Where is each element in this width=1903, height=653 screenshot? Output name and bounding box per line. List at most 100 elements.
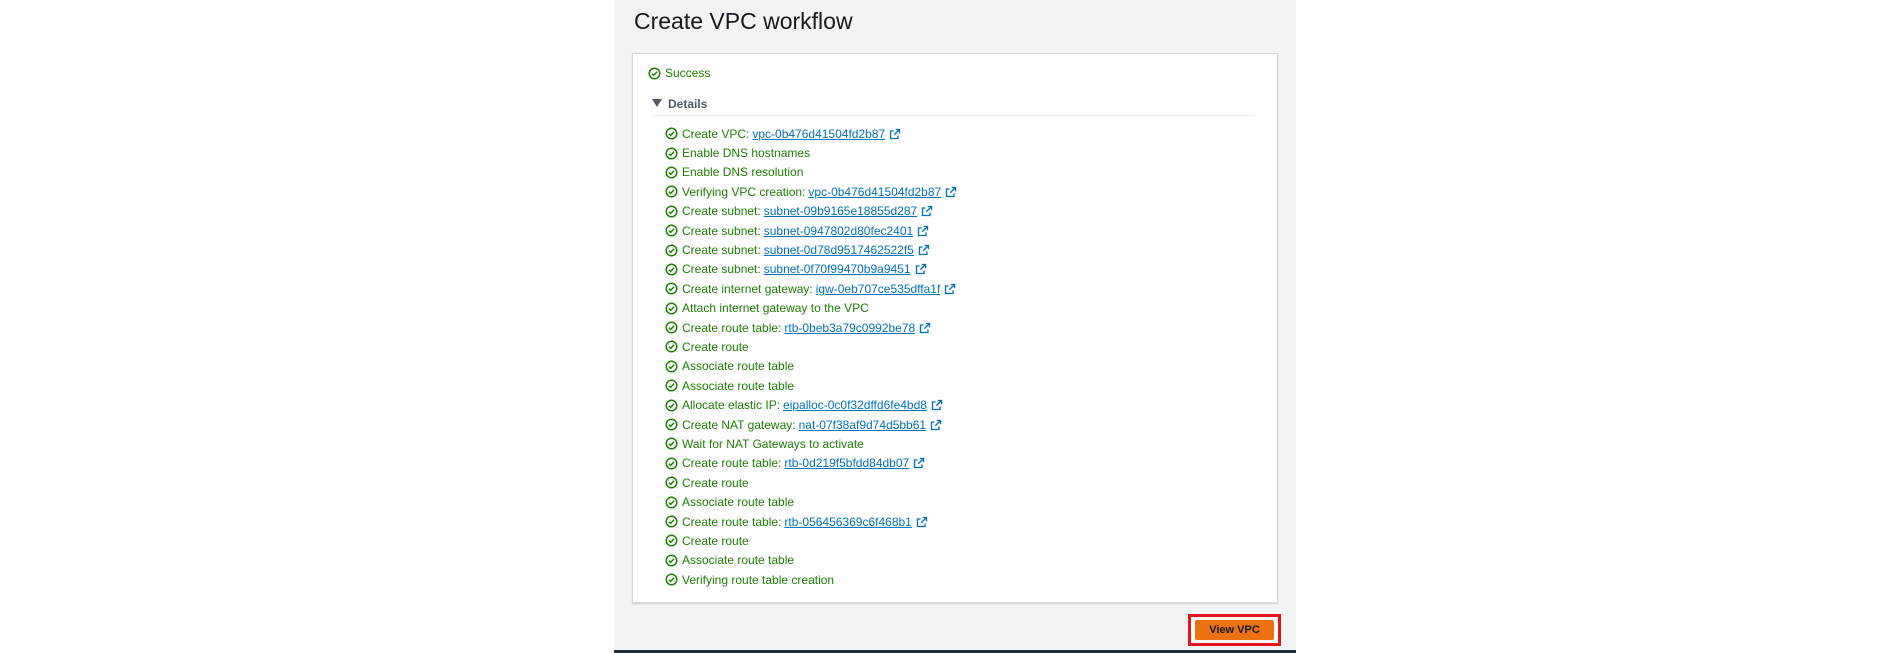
check-circle-icon <box>665 496 678 509</box>
resource-link[interactable]: igw-0eb707ce535dffa1f <box>816 282 957 296</box>
step-label: Create subnet: <box>682 243 761 258</box>
workflow-step: Create route <box>665 337 957 356</box>
resource-id: igw-0eb707ce535dffa1f <box>815 281 941 296</box>
resource-link[interactable]: rtb-056456369c6f468b1 <box>784 514 928 529</box>
resource-id: rtb-056456369c6f468b1 <box>784 514 912 529</box>
resource-link[interactable]: eipalloc-0c0f32dffd6fe4bd8 <box>783 398 943 412</box>
workflow-step: Create route table: rtb-056456369c6f468b1 <box>665 512 957 531</box>
check-circle-icon <box>665 476 678 489</box>
resource-link[interactable]: subnet-0d78d9517462522f5 <box>764 243 930 257</box>
resource-link[interactable]: rtb-0beb3a79c0992be78 <box>784 321 931 335</box>
external-link-icon <box>931 399 943 411</box>
view-vpc-button[interactable]: View VPC <box>1195 620 1274 640</box>
external-link-icon <box>945 186 957 198</box>
page-title: Create VPC workflow <box>634 8 853 34</box>
workflow-step: Create internet gateway: igw-0eb707ce535d… <box>665 279 957 298</box>
workflow-step: Create subnet: subnet-0d78d9517462522f5 <box>665 240 957 259</box>
external-link-icon <box>915 263 927 275</box>
step-label: Create subnet: <box>682 204 761 219</box>
resource-link[interactable]: subnet-0f70f99470b9a9451 <box>764 262 927 276</box>
check-circle-icon <box>665 554 678 567</box>
check-circle-icon <box>665 573 678 586</box>
check-circle-icon <box>665 263 678 276</box>
workflow-step: Associate route table <box>665 357 957 376</box>
resource-link[interactable]: vpc-0b476d41504fd2b87 <box>752 127 901 141</box>
step-label: Create route table: <box>682 320 782 335</box>
check-circle-icon <box>665 147 678 160</box>
workflow-step: Create subnet: subnet-0f70f99470b9a9451 <box>665 260 957 279</box>
step-label: Create route <box>682 475 749 490</box>
workflow-step: Create VPC: vpc-0b476d41504fd2b87 <box>665 124 957 143</box>
check-circle-icon <box>665 457 678 470</box>
workflow-step: Create subnet: subnet-0947802d80fec2401 <box>665 221 957 240</box>
resource-link[interactable]: rtb-0d219f5bfdd84db07 <box>784 456 925 470</box>
step-label: Create internet gateway: <box>682 281 813 296</box>
step-label: Create route table: <box>682 514 782 529</box>
caret-down-icon <box>652 99 662 107</box>
resource-link[interactable]: subnet-09b9165e18855d287 <box>764 204 933 218</box>
check-circle-icon <box>665 418 678 431</box>
status-label: Success <box>665 66 711 80</box>
workflow-step: Wait for NAT Gateways to activate <box>665 434 957 453</box>
workflow-step: Verifying route table creation <box>665 570 957 589</box>
workflow-step: Associate route table <box>665 551 957 570</box>
step-label: Associate route table <box>682 553 795 568</box>
resource-id: eipalloc-0c0f32dffd6fe4bd8 <box>783 398 927 413</box>
external-link-icon <box>918 244 930 256</box>
step-label: Create route <box>682 533 749 548</box>
step-label: Create route table: <box>682 456 782 471</box>
step-label: Enable DNS hostnames <box>682 146 811 161</box>
check-circle-icon <box>665 205 678 218</box>
resource-id: subnet-0947802d80fec2401 <box>763 223 914 238</box>
workflow-panel: Success Details Create VPC: vpc-0b476d415… <box>632 53 1278 603</box>
details-toggle[interactable]: Details <box>652 97 1255 116</box>
check-circle-icon <box>665 244 678 257</box>
workflow-step: Create NAT gateway: nat-07f38af9d74d5bb61 <box>665 415 957 434</box>
resource-link[interactable]: vpc-0b476d41504fd2b87 <box>808 185 957 199</box>
resource-id: subnet-0f70f99470b9a9451 <box>763 262 911 277</box>
details-label: Details <box>668 97 708 111</box>
workflow-page: Create VPC workflow Success Details Crea… <box>614 0 1296 653</box>
workflow-step: Associate route table <box>665 492 957 511</box>
step-label: Create NAT gateway: <box>682 417 796 432</box>
resource-id: rtb-0d219f5bfdd84db07 <box>784 456 910 471</box>
resource-link[interactable]: nat-07f38af9d74d5bb61 <box>799 418 942 432</box>
resource-id: subnet-09b9165e18855d287 <box>763 204 918 219</box>
step-label: Enable DNS resolution <box>682 165 804 180</box>
check-circle-icon <box>665 166 678 179</box>
workflow-step: Create route <box>665 531 957 550</box>
external-link-icon <box>917 225 929 237</box>
external-link-icon <box>930 419 942 431</box>
step-label: Wait for NAT Gateways to activate <box>682 436 864 451</box>
check-circle-icon <box>665 399 678 412</box>
step-label: Attach internet gateway to the VPC <box>682 301 869 316</box>
workflow-step: Enable DNS hostnames <box>665 143 957 162</box>
workflow-step: Create subnet: subnet-09b9165e18855d287 <box>665 202 957 221</box>
external-link-icon <box>913 457 925 469</box>
external-link-icon <box>921 205 933 217</box>
step-label: Create subnet: <box>682 262 761 277</box>
check-circle-icon <box>665 360 678 373</box>
step-label: Verifying route table creation <box>682 572 835 587</box>
check-circle-icon <box>665 340 678 353</box>
workflow-step: Associate route table <box>665 376 957 395</box>
workflow-step: Allocate elastic IP: eipalloc-0c0f32dffd6… <box>665 395 957 414</box>
resource-id: subnet-0d78d9517462522f5 <box>763 243 914 258</box>
resource-id: vpc-0b476d41504fd2b87 <box>808 184 942 199</box>
check-circle-icon <box>665 321 678 334</box>
external-link-icon <box>944 283 956 295</box>
step-label: Create VPC: <box>682 126 750 141</box>
check-circle-icon <box>665 127 678 140</box>
check-circle-icon <box>665 437 678 450</box>
workflow-step: Attach internet gateway to the VPC <box>665 299 957 318</box>
step-label: Associate route table <box>682 378 795 393</box>
workflow-step: Verifying VPC creation: vpc-0b476d41504fd… <box>665 182 957 201</box>
workflow-step-list: Create VPC: vpc-0b476d41504fd2b87 Enable D… <box>665 124 957 589</box>
resource-link[interactable]: subnet-0947802d80fec2401 <box>764 224 929 238</box>
workflow-step: Create route table: rtb-0d219f5bfdd84db07 <box>665 454 957 473</box>
resource-id: vpc-0b476d41504fd2b87 <box>752 126 886 141</box>
external-link-icon <box>919 322 931 334</box>
check-circle-icon <box>665 302 678 315</box>
workflow-step: Create route table: rtb-0beb3a79c0992be78 <box>665 318 957 337</box>
resource-id: nat-07f38af9d74d5bb61 <box>798 417 927 432</box>
